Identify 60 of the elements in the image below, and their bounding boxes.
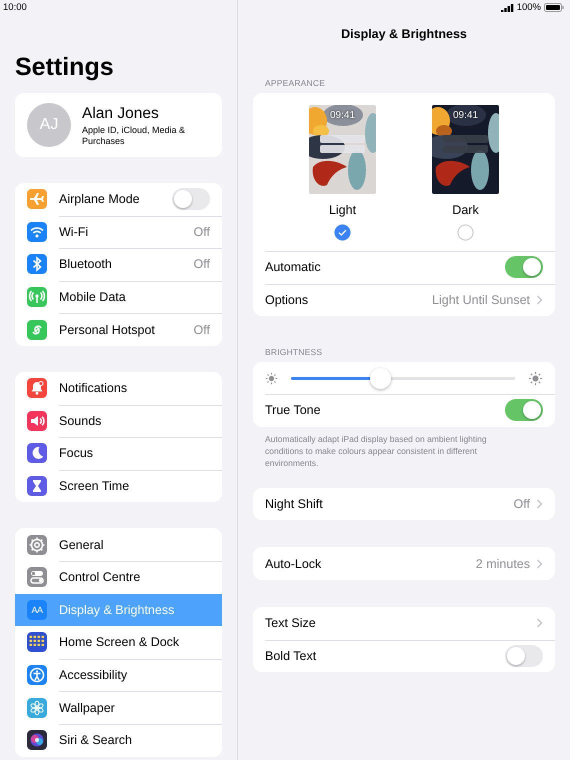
setting-row[interactable]: Text Size [253,606,555,640]
setting-row[interactable]: Options Light Until Sunset [253,284,555,316]
sidebar-item[interactable]: Wi-Fi Off [15,216,222,248]
profile-card[interactable]: AJ Alan Jones Apple ID, iCloud, Media & Purchases [15,93,222,157]
setting-row[interactable]: True Tone [253,394,555,427]
profile-subtitle: Apple ID, iCloud, Media & Purchases [82,124,186,146]
slider-thumb[interactable] [370,368,392,389]
avatar: AJ [27,103,71,147]
setting-value: 2 minutes [476,556,530,571]
setting-value: Light Until Sunset [432,292,530,307]
setting-row[interactable]: Auto-Lock 2 minutes [253,547,555,580]
status-value: Off [194,257,210,272]
toggle-switch[interactable] [505,644,543,667]
section-header: BRIGHTNESS [265,347,324,358]
sidebar-item[interactable]: Airplane Mode [15,183,222,216]
profile-name: Alan Jones [82,104,160,122]
appearance-label: Light [328,203,356,217]
sidebar-item[interactable]: Screen Time [15,470,222,502]
setting-row[interactable]: Bold Text [253,640,555,672]
text-size-icon: AA [27,600,47,620]
chevron-icon [536,558,543,569]
sidebar-item[interactable]: Home Screen & Dock [15,626,222,659]
sun-large-icon [528,370,543,386]
sidebar-item[interactable]: Wallpaper [15,691,222,724]
sidebar-item[interactable]: General [15,528,222,561]
status-value: Off [194,224,210,239]
signal-icon [500,2,514,12]
section-header: APPEARANCE [265,78,326,89]
page-title: Display & Brightness [340,26,468,42]
sidebar-item[interactable]: AA Display & Brightness [15,594,222,626]
sidebar-item[interactable]: Accessibility [15,658,222,692]
sidebar-item[interactable]: Personal Hotspot Off [15,313,222,346]
chevron-icon [536,294,543,305]
setting-value: Off [514,497,530,512]
toggle-switch[interactable] [505,399,543,422]
preview-time: 09:41 [452,110,478,121]
sun-small-icon [265,372,278,385]
chevron-icon [536,499,543,510]
status-value: Off [194,322,210,337]
setting-row[interactable]: Night Shift Off [253,488,555,520]
battery-icon [544,2,564,12]
radio-checked[interactable] [334,224,351,241]
preview-time: 09:41 [330,110,356,121]
setting-row[interactable]: Automatic [253,251,555,284]
sidebar-item[interactable]: Siri & Search [15,724,222,756]
radio-unchecked[interactable] [457,224,474,241]
toggle-switch[interactable] [505,256,543,278]
sidebar-item[interactable]: Mobile Data [15,280,222,314]
footnote: Automatically adapt iPad display based on ambient lighting conditions to make colours appear consistent in different environments. [265,432,488,469]
sidebar-item[interactable]: Sounds [15,404,222,438]
sidebar-item[interactable]: Notifications [15,372,222,405]
status-time: 10:00 [2,1,28,14]
page-title: Settings [15,52,115,83]
toggle-switch[interactable] [172,188,210,210]
appearance-label: Dark [452,203,479,217]
battery-percent: 100% [516,2,541,12]
sidebar-item[interactable]: Control Centre [15,560,222,594]
sidebar-item[interactable]: Bluetooth Off [15,248,222,281]
sidebar-item[interactable]: Focus [15,437,222,470]
chevron-icon [536,618,543,628]
